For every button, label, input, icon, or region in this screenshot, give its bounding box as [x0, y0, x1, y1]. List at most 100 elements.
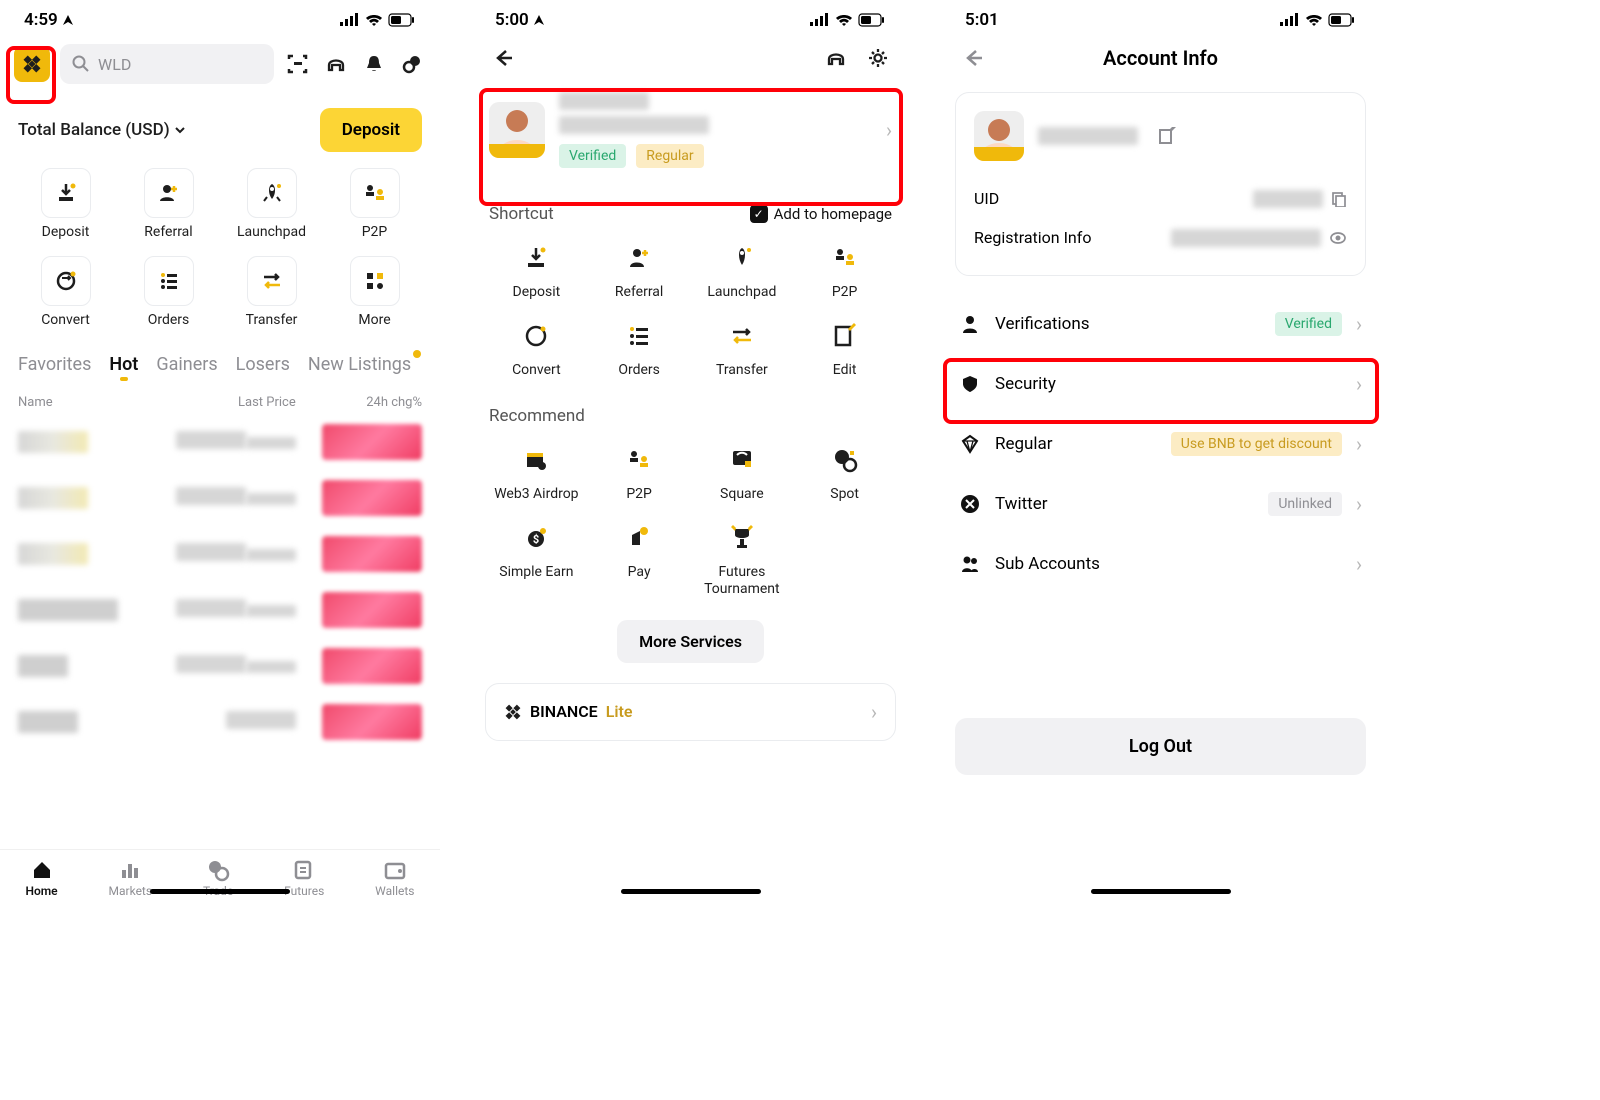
table-header: Name Last Price 24h chg%	[0, 381, 440, 418]
section-title: Recommend	[489, 406, 585, 426]
shortcut-referral[interactable]: Referral	[117, 168, 220, 240]
verified-badge: Verified	[559, 144, 626, 168]
transfer-icon	[260, 269, 284, 293]
status-bar: 5:00	[471, 0, 910, 38]
shortcut-referral[interactable]: Referral	[588, 238, 691, 300]
account-header: Account Info	[941, 38, 1380, 78]
status-time: 5:01	[965, 10, 999, 30]
shortcut-orders[interactable]: Orders	[117, 256, 220, 328]
table-row[interactable]	[0, 418, 440, 474]
tab-hot[interactable]: Hot	[109, 354, 138, 375]
nav-markets[interactable]: Markets	[109, 858, 153, 898]
table-row[interactable]	[0, 474, 440, 530]
support-button[interactable]	[322, 50, 350, 78]
rec-web3-airdrop[interactable]: Web3 Airdrop	[485, 440, 588, 502]
profile-card[interactable]: Verified Regular ›	[471, 78, 910, 182]
avatar	[489, 102, 545, 158]
reginfo-row: Registration Info	[974, 218, 1347, 257]
shortcut-convert[interactable]: Convert	[485, 316, 588, 378]
add-to-homepage-toggle[interactable]: ✓Add to homepage	[750, 205, 892, 223]
binance-logo-icon	[504, 703, 522, 721]
menu-twitter[interactable]: Twitter Unlinked ›	[941, 474, 1380, 534]
tab-new-listings[interactable]: New Listings	[308, 354, 411, 375]
top-toolbar: WLD	[0, 38, 440, 90]
signal-icon	[1280, 13, 1300, 27]
shortcut-orders[interactable]: Orders	[588, 316, 691, 378]
location-icon	[533, 14, 545, 26]
nav-wallets[interactable]: Wallets	[375, 858, 414, 898]
menu-verifications[interactable]: Verifications Verified ›	[941, 294, 1380, 354]
home-indicator	[621, 889, 761, 894]
eye-icon[interactable]	[1329, 229, 1347, 247]
lite-card[interactable]: BINANCE Lite ›	[485, 683, 896, 741]
table-row[interactable]	[0, 586, 440, 642]
status-right	[810, 13, 886, 27]
battery-icon	[1328, 13, 1356, 27]
back-button[interactable]	[959, 44, 987, 72]
tab-losers[interactable]: Losers	[236, 354, 290, 375]
convert-icon	[523, 323, 549, 349]
rocket-icon	[260, 181, 284, 205]
tab-favorites[interactable]: Favorites	[18, 354, 91, 375]
support-button[interactable]	[822, 44, 850, 72]
headset-icon	[325, 53, 347, 75]
section-title: Shortcut	[489, 204, 554, 224]
rec-simple-earn[interactable]: $Simple Earn	[485, 518, 588, 598]
user-icon	[959, 314, 981, 334]
shield-icon	[959, 374, 981, 394]
app-logo[interactable]	[14, 46, 50, 82]
scan-icon	[287, 53, 309, 75]
copy-icon[interactable]	[1331, 191, 1347, 207]
p2p-icon	[363, 181, 387, 205]
shortcut-p2p[interactable]: P2P	[323, 168, 426, 240]
table-row[interactable]	[0, 530, 440, 586]
menu-sub-accounts[interactable]: Sub Accounts ›	[941, 534, 1380, 594]
menu-regular[interactable]: Regular Use BNB to get discount ›	[941, 414, 1380, 474]
shortcut-p2p[interactable]: P2P	[793, 238, 896, 300]
logout-button[interactable]: Log Out	[955, 718, 1366, 775]
back-button[interactable]	[489, 44, 517, 72]
convert-icon	[54, 269, 78, 293]
shortcut-transfer[interactable]: Transfer	[691, 316, 794, 378]
rec-p2p[interactable]: P2P	[588, 440, 691, 502]
scan-button[interactable]	[284, 50, 312, 78]
deposit-button[interactable]: Deposit	[320, 108, 422, 152]
search-placeholder: WLD	[98, 55, 131, 74]
diamond-icon	[959, 434, 981, 454]
users-icon	[959, 554, 981, 574]
more-icon	[363, 269, 387, 293]
account-card: UID Registration Info	[955, 92, 1366, 276]
redacted-uid	[1253, 190, 1323, 208]
shortcut-launchpad[interactable]: Launchpad	[691, 238, 794, 300]
bell-icon	[363, 53, 385, 75]
spot-icon	[832, 447, 858, 473]
tab-gainers[interactable]: Gainers	[156, 354, 217, 375]
shortcut-edit[interactable]: Edit	[793, 316, 896, 378]
shortcut-deposit[interactable]: Deposit	[14, 168, 117, 240]
balance-label[interactable]: Total Balance (USD)	[18, 120, 186, 140]
nav-futures[interactable]: Futures	[284, 858, 324, 898]
settings-button[interactable]	[864, 44, 892, 72]
shortcut-transfer[interactable]: Transfer	[220, 256, 323, 328]
notifications-button[interactable]	[360, 50, 388, 78]
table-row[interactable]	[0, 642, 440, 698]
search-input[interactable]: WLD	[60, 44, 274, 84]
shortcut-launchpad[interactable]: Launchpad	[220, 168, 323, 240]
rec-square[interactable]: Square	[691, 440, 794, 502]
shortcut-more[interactable]: More	[323, 256, 426, 328]
edit-icon	[1158, 127, 1176, 145]
edit-button[interactable]	[1158, 127, 1176, 145]
more-services-button[interactable]: More Services	[617, 620, 764, 663]
signal-icon	[340, 13, 360, 27]
pay-icon	[626, 525, 652, 551]
rec-pay[interactable]: Pay	[588, 518, 691, 598]
shortcut-deposit[interactable]: Deposit	[485, 238, 588, 300]
nav-home[interactable]: Home	[25, 858, 57, 898]
menu-security[interactable]: Security ›	[941, 354, 1380, 414]
trade-icon	[206, 858, 230, 882]
shortcut-convert[interactable]: Convert	[14, 256, 117, 328]
coin-button[interactable]	[398, 50, 426, 78]
rec-futures-tournament[interactable]: Futures Tournament	[691, 518, 794, 598]
rec-spot[interactable]: Spot	[793, 440, 896, 502]
table-row[interactable]	[0, 698, 440, 754]
